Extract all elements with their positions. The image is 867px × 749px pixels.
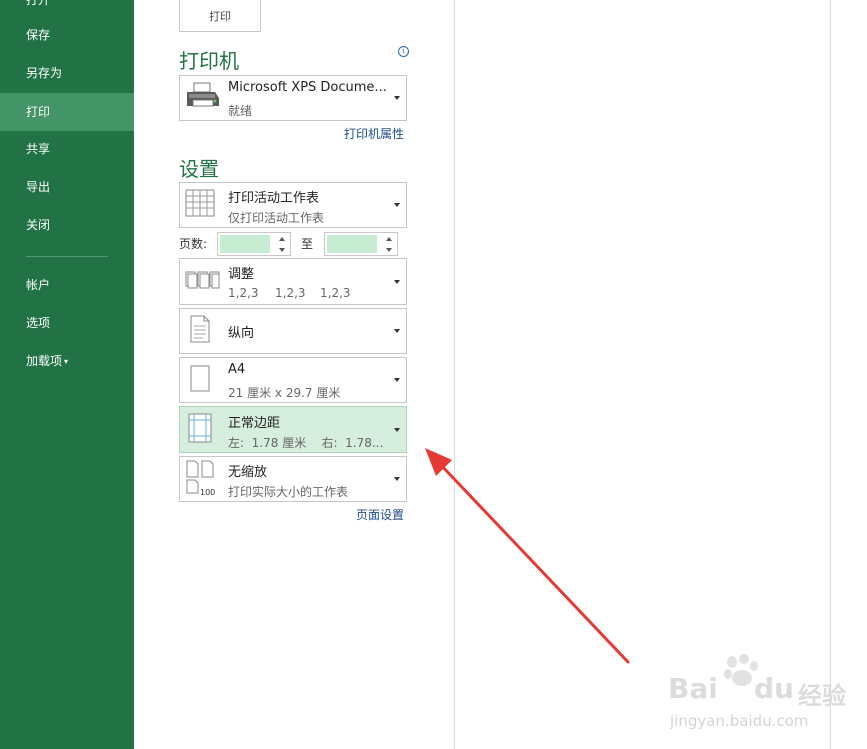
watermark-brand-2: du bbox=[754, 672, 794, 705]
watermark-suffix: 经验 bbox=[798, 682, 846, 710]
baidu-jingyan-watermark: Bai du 经验 jingyan.baidu.com bbox=[668, 648, 858, 738]
watermark-brand: Bai bbox=[668, 672, 718, 705]
annotation-arrow bbox=[425, 448, 630, 664]
watermark-url: jingyan.baidu.com bbox=[670, 712, 809, 730]
